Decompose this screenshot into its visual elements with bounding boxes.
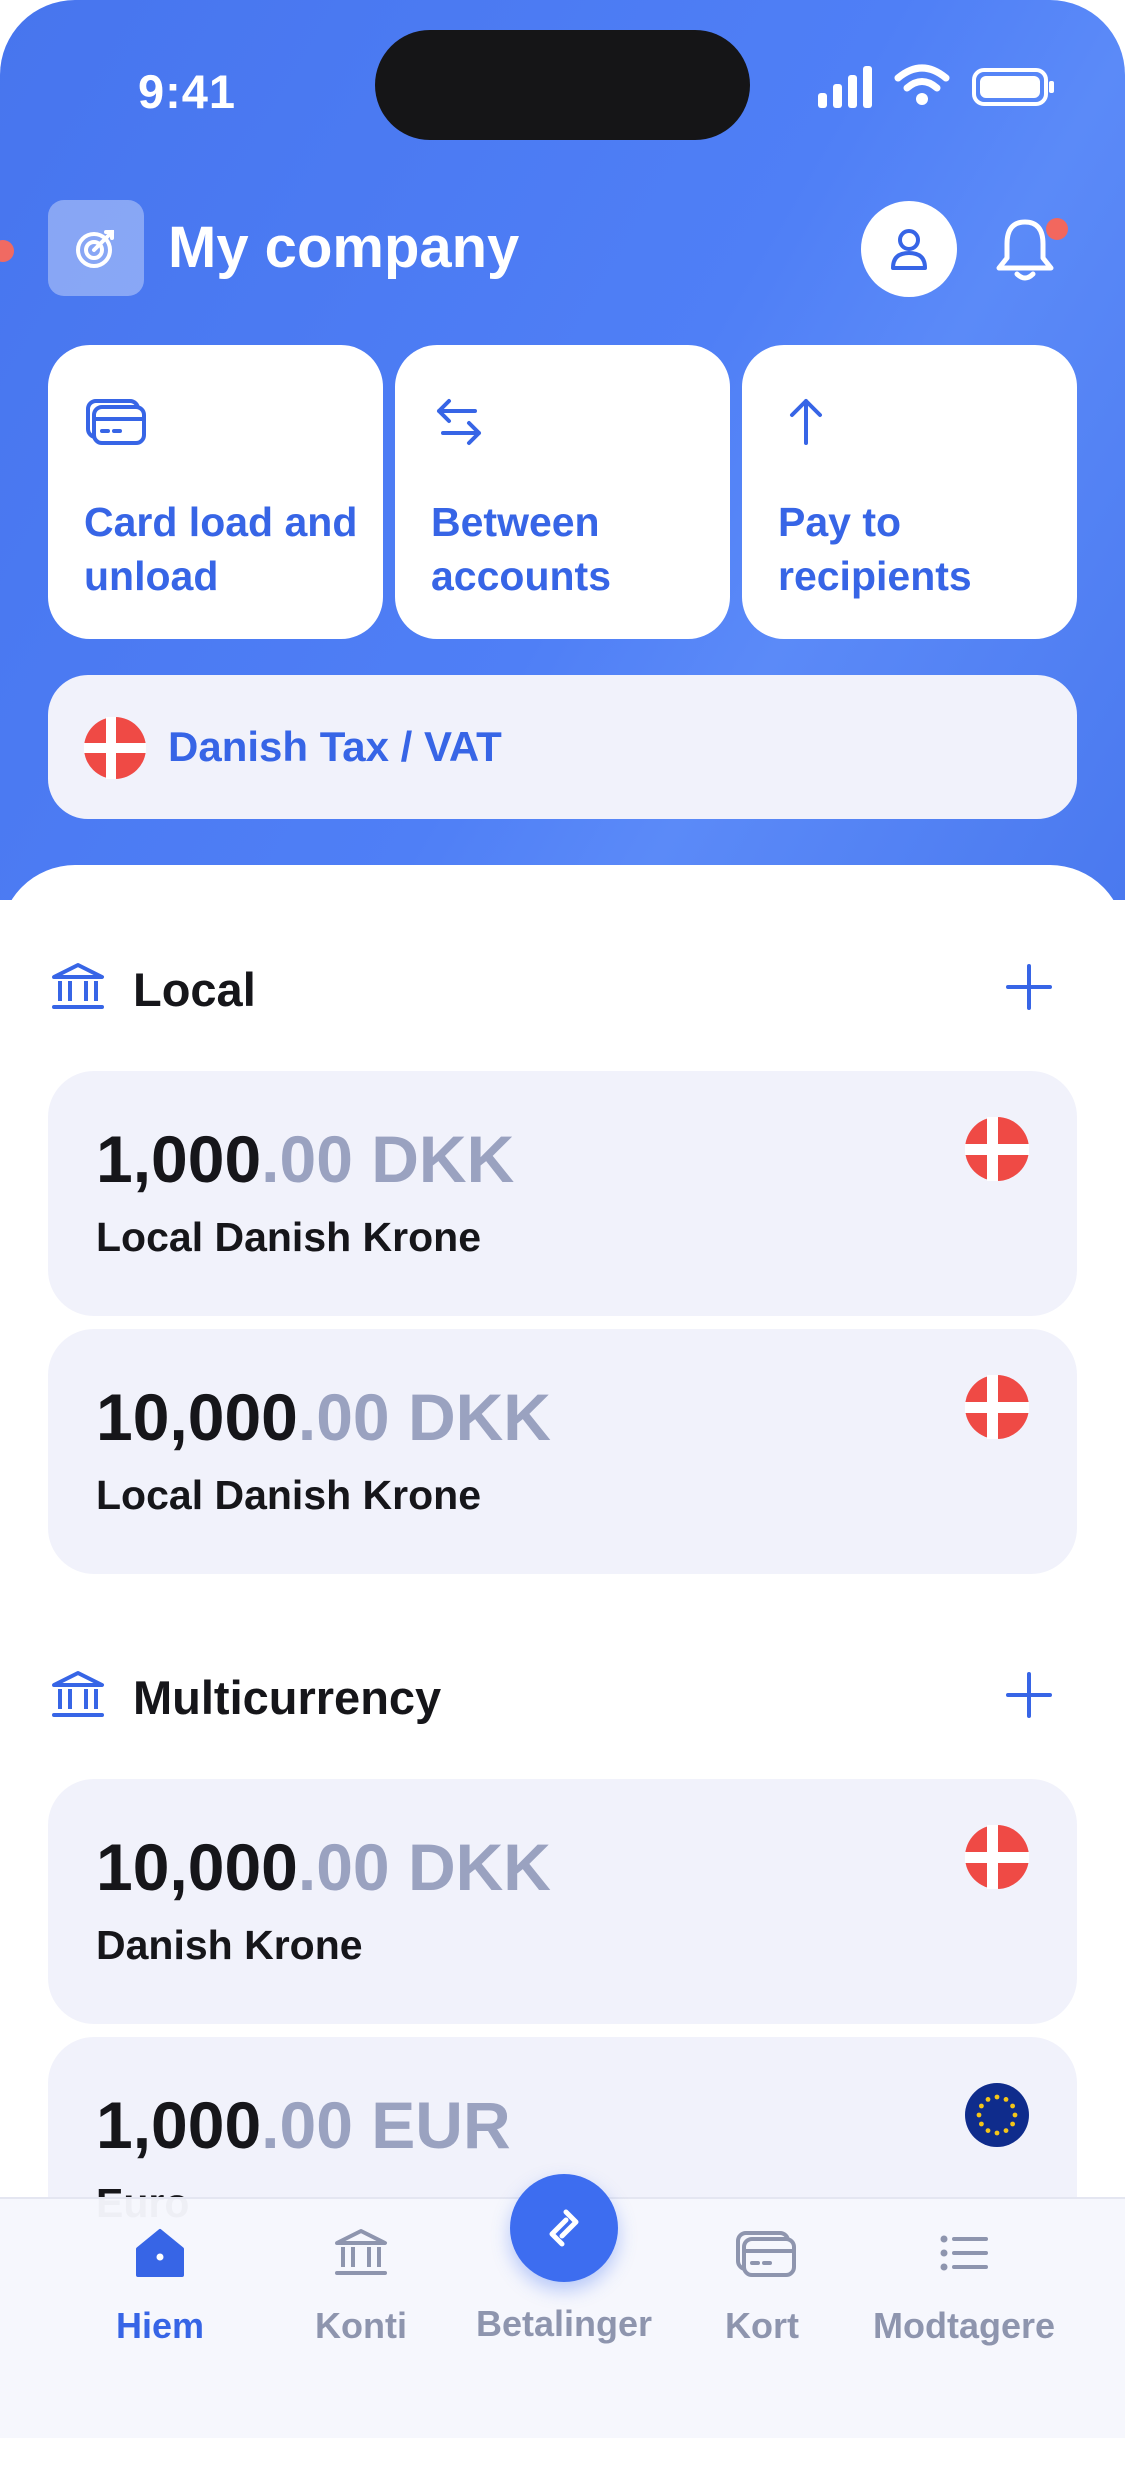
section-title: Multicurrency	[133, 1671, 442, 1724]
quick-action-label: Card load and unload	[84, 499, 358, 599]
tab-label: Hiem	[115, 2305, 205, 2346]
denmark-flag-icon	[965, 1825, 1029, 1889]
bank-icon	[335, 2229, 387, 2275]
card-icon	[736, 2231, 796, 2277]
account-card[interactable]: 10,000.00 DKK Danish Krone	[48, 1779, 1077, 2024]
tab-label: Konti	[315, 2305, 407, 2346]
eu-flag-icon	[965, 2083, 1029, 2147]
add-account-button[interactable]	[1004, 962, 1054, 1012]
bank-icon	[52, 963, 104, 1009]
add-account-button[interactable]	[1004, 1670, 1054, 1720]
account-name: Local Danish Krone	[96, 1214, 482, 1260]
battery-icon	[972, 68, 1054, 106]
tab-label: Modtagere	[872, 2305, 1056, 2346]
signal-icon	[818, 66, 872, 108]
account-amount: 1,000.00 DKK	[96, 1122, 515, 1196]
section-title: Local	[133, 963, 256, 1016]
quick-action-pay-recipients[interactable]: Pay to recipients	[742, 345, 1077, 639]
transfer-arrows-icon	[437, 399, 481, 445]
quick-action-label: Between accounts	[431, 499, 611, 599]
payments-fab-button[interactable]	[510, 2174, 618, 2282]
quick-action-label: Pay to recipients	[778, 499, 972, 599]
status-bar: 9:41	[0, 0, 1125, 140]
tab-cards[interactable]: Kort	[662, 2199, 862, 2438]
user-icon	[891, 229, 927, 270]
denmark-flag-icon	[84, 717, 146, 779]
quick-action-between-accounts[interactable]: Between accounts	[395, 345, 730, 639]
list-icon	[940, 2235, 988, 2271]
status-time: 9:41	[138, 65, 237, 118]
account-card[interactable]: 1,000.00 DKK Local Danish Krone	[48, 1071, 1077, 1316]
wifi-icon	[894, 64, 950, 105]
account-name: Local Danish Krone	[96, 1472, 482, 1518]
target-icon	[76, 230, 114, 268]
tab-recipients[interactable]: Modtagere	[864, 2199, 1064, 2438]
account-amount: 1,000.00 EUR	[96, 2088, 511, 2162]
dynamic-island	[375, 30, 750, 140]
denmark-flag-icon	[965, 1117, 1029, 1181]
profile-button[interactable]	[861, 201, 957, 297]
company-name: My company	[168, 215, 520, 280]
quick-action-card-load[interactable]: Card load and unload	[48, 345, 383, 639]
card-icon	[86, 399, 146, 445]
tab-payments-label[interactable]: Betalinger	[464, 2303, 664, 2345]
arrow-up-icon	[790, 399, 822, 445]
denmark-flag-icon	[965, 1375, 1029, 1439]
app-logo[interactable]	[48, 200, 144, 296]
tab-label: Kort	[725, 2305, 799, 2346]
payments-icon	[549, 2209, 579, 2247]
danish-tax-vat-button[interactable]: Danish Tax / VAT	[48, 675, 1077, 819]
tax-label: Danish Tax / VAT	[168, 723, 502, 770]
account-card[interactable]: 10,000.00 DKK Local Danish Krone	[48, 1329, 1077, 1574]
account-amount: 10,000.00 DKK	[96, 1380, 551, 1454]
bank-icon	[52, 1671, 104, 1717]
tab-accounts[interactable]: Konti	[261, 2199, 461, 2438]
home-icon	[136, 2229, 184, 2277]
account-amount: 10,000.00 DKK	[96, 1830, 551, 1904]
notification-badge	[1046, 218, 1068, 240]
tab-home[interactable]: Hiem	[60, 2199, 260, 2438]
account-name: Danish Krone	[96, 1922, 363, 1968]
